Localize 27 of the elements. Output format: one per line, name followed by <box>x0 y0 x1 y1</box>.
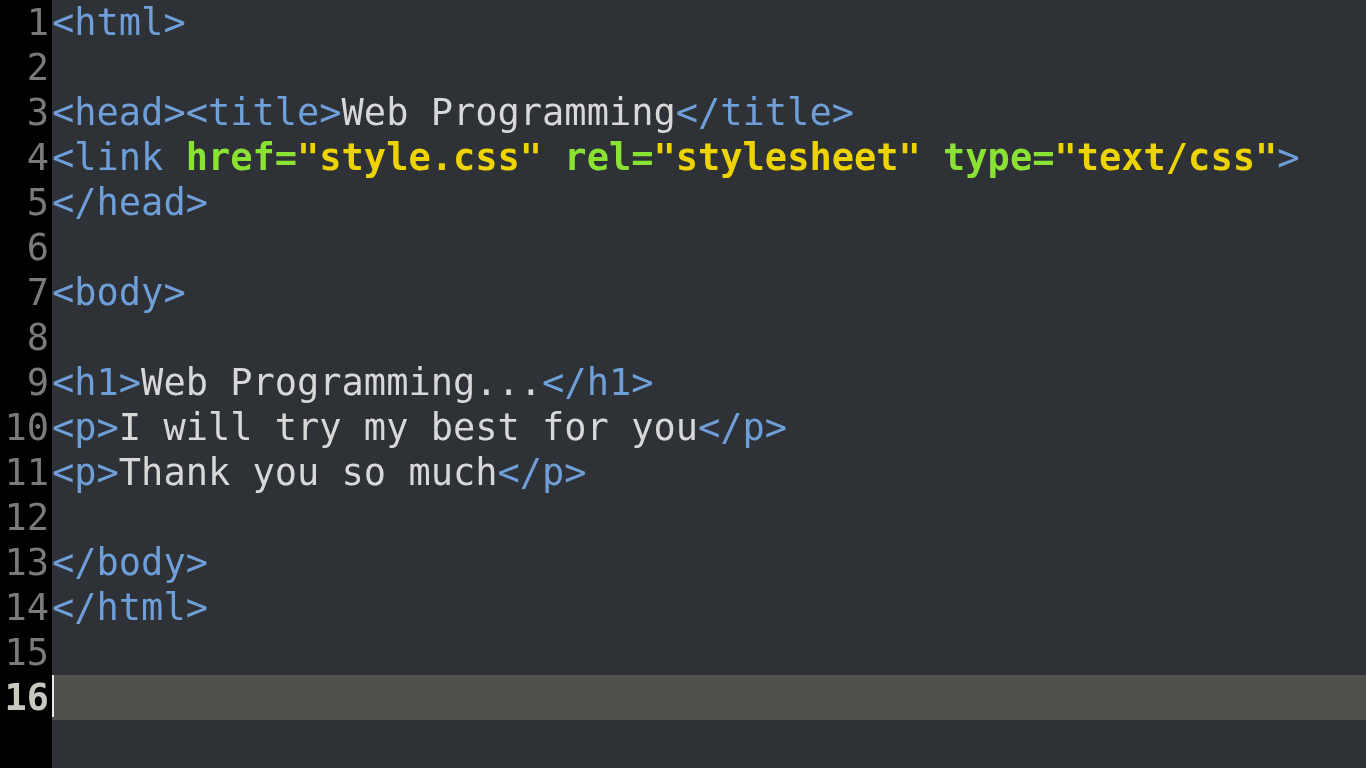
line-number: 14 <box>3 585 50 630</box>
line-number: 8 <box>25 315 50 360</box>
text-cursor <box>52 675 54 717</box>
line-number: 16 <box>3 675 50 720</box>
line-number: 11 <box>3 450 50 495</box>
line-number: 10 <box>3 405 50 450</box>
code-line: <head><title>Web Programming</title> <box>52 90 854 135</box>
line-number: 2 <box>25 45 50 90</box>
line-number: 3 <box>25 90 50 135</box>
line-number: 13 <box>3 540 50 585</box>
code-line: </html> <box>52 585 208 630</box>
code-line: </head> <box>52 180 208 225</box>
code-line: <html> <box>52 0 186 45</box>
line-number: 7 <box>25 270 50 315</box>
line-number: 6 <box>25 225 50 270</box>
code-line: <body> <box>52 270 186 315</box>
line-number: 4 <box>25 135 50 180</box>
code-line: <link href="style.css" rel="stylesheet" type="text/css"> <box>52 135 1300 180</box>
code-line: </body> <box>52 540 208 585</box>
line-number: 15 <box>3 630 50 675</box>
line-number: 9 <box>25 360 50 405</box>
line-number: 1 <box>25 0 50 45</box>
code-line: <p>Thank you so much</p> <box>52 450 587 495</box>
code-line: <h1>Web Programming...</h1> <box>52 360 654 405</box>
line-number: 5 <box>25 180 50 225</box>
code-line: <p>I will try my best for you</p> <box>52 405 788 450</box>
line-number: 12 <box>3 495 50 540</box>
